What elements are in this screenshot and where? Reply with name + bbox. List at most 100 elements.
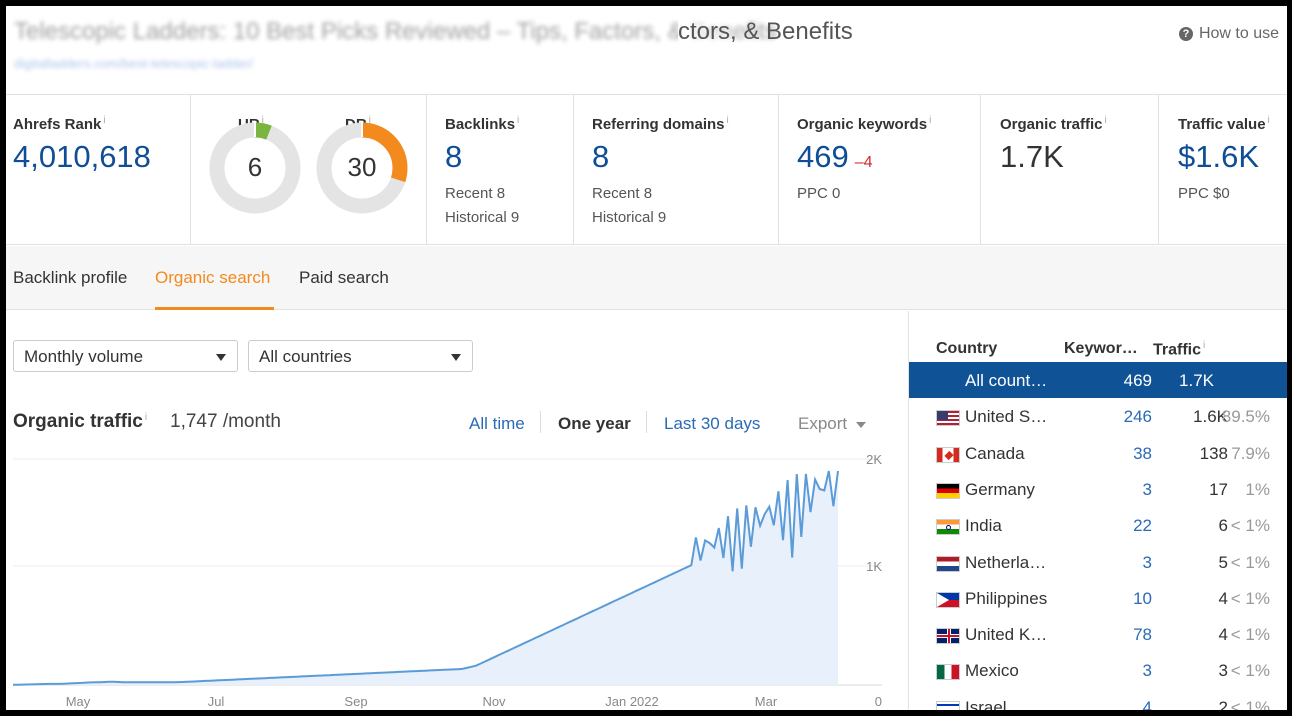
country-keywords[interactable]: 3 <box>1143 553 1152 573</box>
country-keywords[interactable]: 4 <box>1143 698 1152 710</box>
country-name[interactable]: Netherla… <box>965 553 1046 573</box>
organic-traffic-title: Organic traffic <box>13 411 143 432</box>
info-icon[interactable]: i <box>145 412 147 423</box>
country-row-all[interactable]: All count… 469 1.7K <box>909 362 1287 398</box>
dr-value: 30 <box>347 152 377 182</box>
how-to-use-link[interactable]: ? How to use <box>1178 25 1279 43</box>
range-all-time[interactable]: All time <box>469 414 525 434</box>
info-icon[interactable]: i <box>1268 115 1270 126</box>
country-name[interactable]: United S… <box>965 407 1047 427</box>
ca-flag-icon <box>936 446 960 463</box>
country-name[interactable]: Philippines <box>965 589 1047 609</box>
info-icon[interactable]: i <box>517 115 519 126</box>
export-button[interactable]: Export <box>798 414 867 434</box>
range-one-year[interactable]: One year <box>558 414 631 434</box>
country-traffic-share: 89.5% <box>1221 407 1270 427</box>
range-last-30-days[interactable]: Last 30 days <box>664 414 760 434</box>
referring-domains-label: Referring domains <box>592 116 725 133</box>
country-row[interactable]: Philippines 10 4 < 1% <box>909 580 1287 616</box>
country-name[interactable]: Canada <box>965 444 1025 464</box>
organic-keywords-delta: –4 <box>854 154 873 171</box>
referring-domains-recent: Recent 8 <box>592 185 653 202</box>
x-tick-label: Nov <box>482 694 506 709</box>
country-row[interactable]: Netherla… 3 5 < 1% <box>909 544 1287 580</box>
country-name[interactable]: India <box>965 516 1002 536</box>
referring-domains-value[interactable]: 8 <box>592 139 609 175</box>
in-flag-icon <box>936 519 960 536</box>
x-tick-label: Jan 2022 <box>605 694 659 709</box>
organic-traffic-chart[interactable]: May Jul Sep Nov Jan 2022 Mar 2K 1K 0 <box>6 451 907 710</box>
country-name[interactable]: Israel <box>965 698 1007 710</box>
x-tick-label: Jul <box>208 694 225 709</box>
gb-flag-icon <box>936 628 960 645</box>
country-keywords[interactable]: 3 <box>1143 480 1152 500</box>
il-flag-icon <box>936 700 960 710</box>
country-traffic-share: < 1% <box>1230 516 1270 536</box>
country-keywords[interactable]: 38 <box>1133 444 1152 464</box>
info-icon[interactable]: i <box>1203 340 1205 351</box>
range-divider <box>646 411 647 433</box>
country-select-value: All countries <box>259 347 352 366</box>
country-name[interactable]: Germany <box>965 480 1035 500</box>
tab-paid-search[interactable]: Paid search <box>299 268 389 288</box>
country-keywords[interactable]: 22 <box>1133 516 1152 536</box>
country-traffic: 4 <box>1218 625 1228 645</box>
keywords-column-header[interactable]: Keywor… <box>1064 340 1138 358</box>
page-title-visible-part: ctors, & Benefits <box>678 18 853 46</box>
country-keywords[interactable]: 3 <box>1143 661 1152 681</box>
info-icon[interactable]: i <box>727 115 729 126</box>
country-row[interactable]: Canada 38 138 7.9% <box>909 435 1287 471</box>
y-tick-label: 2K <box>866 452 882 467</box>
us-flag-icon <box>936 410 960 427</box>
countries-table: Country Keywor… Traffic i All count… 469 1.… <box>908 311 1287 710</box>
referring-domains-metric: Referring domains i 8 Recent 8 Historical… <box>574 95 779 245</box>
organic-keywords-ppc: PPC 0 <box>797 185 841 202</box>
app-window: Telescopic Ladders: 10 Best Picks Review… <box>6 6 1287 710</box>
backlinks-value[interactable]: 8 <box>445 139 462 175</box>
help-icon: ? <box>1178 27 1193 41</box>
country-name[interactable]: United K… <box>965 625 1047 645</box>
country-traffic: 5 <box>1218 552 1228 572</box>
organic-traffic-panel: Monthly volume All countries Organic tra… <box>6 311 907 710</box>
country-traffic-share: 1% <box>1245 479 1270 499</box>
country-row[interactable]: Mexico 3 3 < 1% <box>909 652 1287 688</box>
tab-organic-search[interactable]: Organic search <box>155 268 270 288</box>
country-traffic: 138 <box>1199 443 1228 463</box>
traffic-value-label: Traffic value <box>1178 116 1266 133</box>
country-name[interactable]: Mexico <box>965 661 1019 681</box>
country-keywords[interactable]: 78 <box>1133 625 1152 645</box>
traffic-value-value[interactable]: $1.6K <box>1178 139 1259 175</box>
info-icon[interactable]: i <box>103 115 105 126</box>
organic-traffic-metric: Organic traffic i 1.7K <box>981 95 1159 245</box>
nl-flag-icon <box>936 555 960 572</box>
country-keywords[interactable]: 469 <box>1124 371 1152 391</box>
country-row[interactable]: United K… 78 4 < 1% <box>909 616 1287 652</box>
country-row[interactable]: United S… 246 1.6K 89.5% <box>909 398 1287 434</box>
backlinks-label: Backlinks <box>445 116 516 133</box>
info-icon[interactable]: i <box>1105 115 1107 126</box>
country-name[interactable]: All count… <box>965 371 1047 391</box>
ahrefs-rank-value[interactable]: 4,010,618 <box>13 139 151 175</box>
country-column-header[interactable]: Country <box>936 340 997 358</box>
country-traffic: 1.6K <box>1193 407 1228 427</box>
country-select[interactable]: All countries <box>248 340 473 372</box>
volume-select[interactable]: Monthly volume <box>13 340 238 372</box>
country-row[interactable]: Israel 4 2 < 1% <box>909 689 1287 710</box>
organic-keywords-value[interactable]: 469 <box>797 139 849 174</box>
country-traffic-share: 7.9% <box>1231 443 1270 463</box>
page-url[interactable]: digitalladders.com/best-telescopic-ladde… <box>14 56 253 71</box>
active-tab-indicator <box>155 307 274 310</box>
referring-domains-historical: Historical 9 <box>592 209 667 226</box>
country-row[interactable]: India 22 6 < 1% <box>909 507 1287 543</box>
traffic-column-header[interactable]: Traffic <box>1153 341 1201 358</box>
country-keywords[interactable]: 10 <box>1133 589 1152 609</box>
ahrefs-rank-label: Ahrefs Rank <box>13 116 102 133</box>
organic-traffic-monthly: 1,747 /month <box>170 411 281 432</box>
country-traffic: 1.7K <box>1179 371 1214 390</box>
x-tick-label: Mar <box>755 694 778 709</box>
organic-traffic-value: 1.7K <box>1000 139 1064 174</box>
info-icon[interactable]: i <box>929 115 931 126</box>
country-row[interactable]: Germany 3 17 1% <box>909 471 1287 507</box>
tab-backlink-profile[interactable]: Backlink profile <box>13 268 127 288</box>
country-keywords[interactable]: 246 <box>1124 407 1152 427</box>
